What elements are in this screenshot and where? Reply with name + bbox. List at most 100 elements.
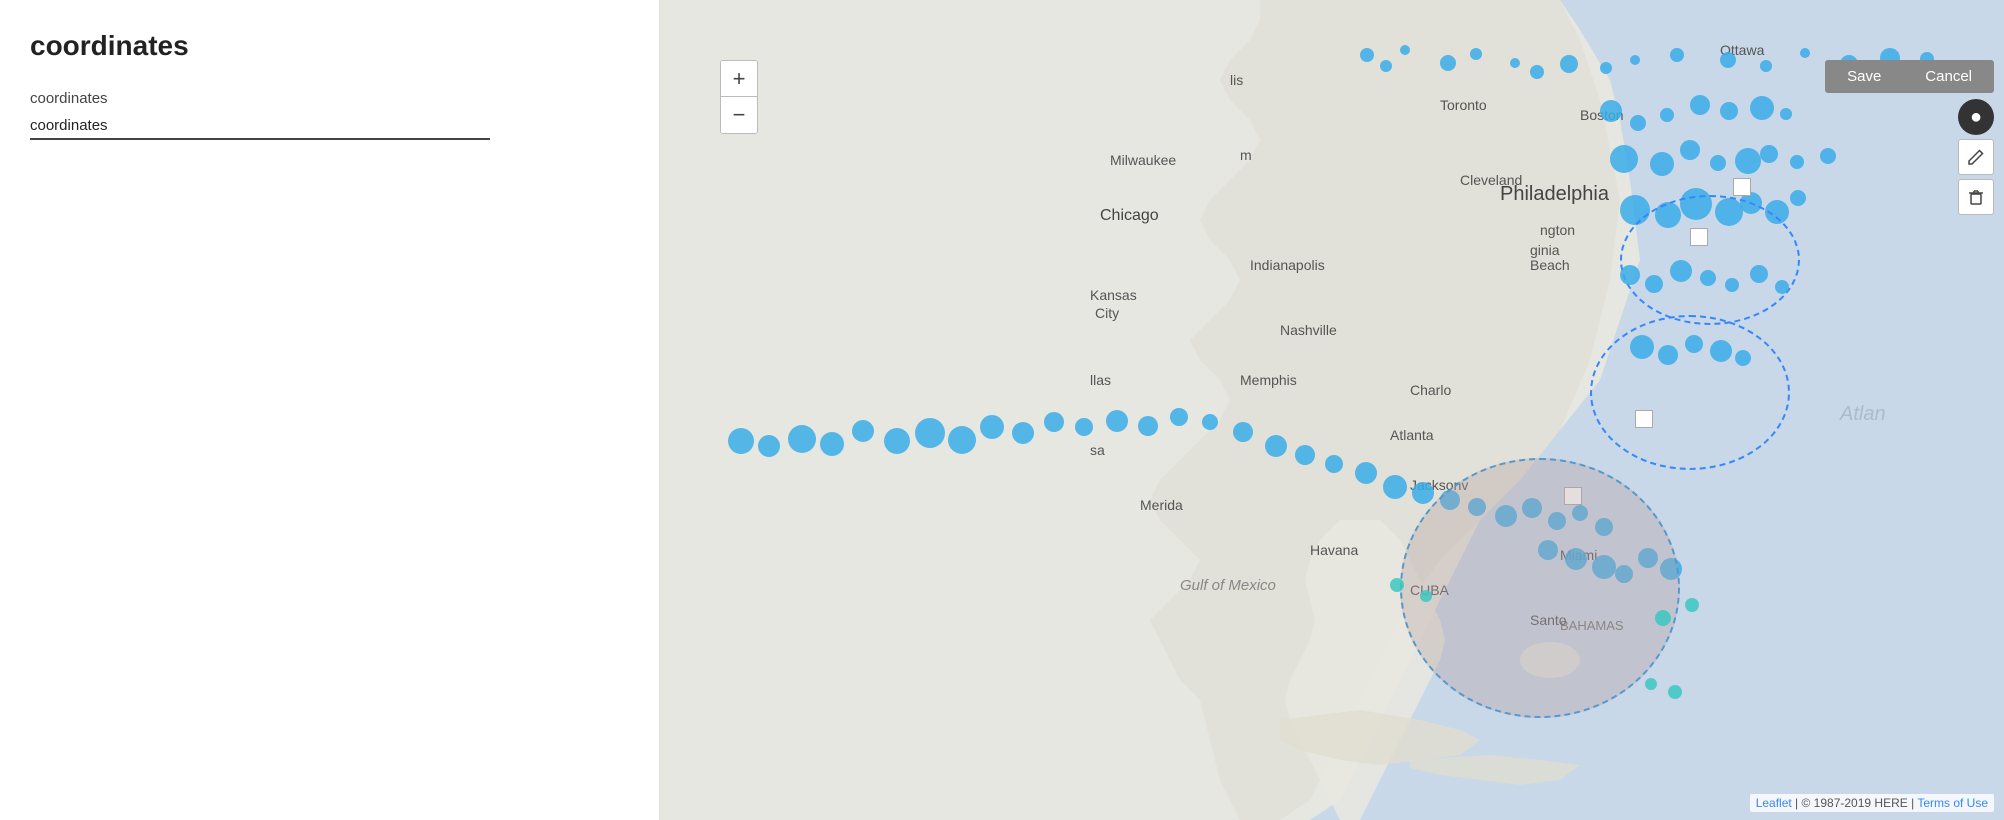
- circle-draw-button[interactable]: ●: [1958, 99, 1994, 135]
- svg-text:City: City: [1095, 305, 1119, 321]
- selection-circle-filled[interactable]: [1400, 458, 1680, 718]
- data-dot: [1750, 265, 1768, 283]
- svg-text:Memphis: Memphis: [1240, 372, 1297, 388]
- data-dot: [1600, 62, 1612, 74]
- svg-text:Gulf of Mexico: Gulf of Mexico: [1180, 577, 1276, 594]
- data-dot: [1775, 280, 1789, 294]
- selection-circle[interactable]: [1590, 315, 1790, 470]
- data-dot-teal: [1668, 685, 1682, 699]
- svg-text:Merida: Merida: [1140, 497, 1183, 513]
- data-dot: [1630, 55, 1640, 65]
- data-dot: [788, 425, 816, 453]
- data-dot: [1360, 48, 1374, 62]
- data-dot: [1690, 95, 1710, 115]
- svg-text:sa: sa: [1090, 442, 1105, 458]
- data-dot: [980, 415, 1004, 439]
- data-dot: [884, 428, 910, 454]
- page-title: coordinates: [30, 30, 629, 62]
- edit-button[interactable]: [1958, 139, 1994, 175]
- cancel-button[interactable]: Cancel: [1903, 60, 1994, 93]
- coordinates-input[interactable]: [30, 113, 490, 140]
- svg-text:Toronto: Toronto: [1440, 97, 1487, 113]
- attribution: Leaflet | © 1987-2019 HERE | Terms of Us…: [1750, 794, 1994, 812]
- data-dot: [1750, 96, 1774, 120]
- data-dot: [1295, 445, 1315, 465]
- data-dot: [1170, 408, 1188, 426]
- input-label: coordinates: [30, 90, 629, 107]
- data-dot: [1012, 422, 1034, 444]
- trash-icon: [1967, 188, 1985, 206]
- data-dot: [1380, 60, 1392, 72]
- data-dot-teal: [1645, 678, 1657, 690]
- svg-text:Chicago: Chicago: [1100, 207, 1159, 224]
- data-dot: [1530, 65, 1544, 79]
- data-dot-teal: [1655, 610, 1671, 626]
- data-dot: [1075, 418, 1093, 436]
- data-dot: [1735, 148, 1761, 174]
- leaflet-link[interactable]: Leaflet: [1756, 796, 1792, 810]
- data-dot: [1660, 108, 1674, 122]
- data-dot: [948, 426, 976, 454]
- selection-circle[interactable]: [1620, 195, 1800, 325]
- data-dot: [1630, 115, 1646, 131]
- zoom-controls: + −: [720, 60, 758, 134]
- data-dot: [1700, 270, 1716, 286]
- data-dot: [1720, 52, 1736, 68]
- data-dot: [1710, 155, 1726, 171]
- data-dot: [1106, 410, 1128, 432]
- data-dot: [1440, 55, 1456, 71]
- data-dot: [1510, 58, 1520, 68]
- icon-buttons: ●: [1958, 99, 1994, 215]
- data-dot: [1645, 275, 1663, 293]
- data-dot: [1670, 260, 1692, 282]
- data-dot: [1412, 482, 1434, 504]
- save-cancel-row: Save Cancel: [1825, 60, 1994, 93]
- data-dot: [1138, 416, 1158, 436]
- data-dot: [820, 432, 844, 456]
- save-button[interactable]: Save: [1825, 60, 1903, 93]
- data-dot: [1265, 435, 1287, 457]
- map-container: Gulf of Mexico Atlan Milwaukee Chicago K…: [660, 0, 2004, 820]
- data-dot: [1720, 102, 1738, 120]
- delete-button[interactable]: [1958, 179, 1994, 215]
- svg-text:llas: llas: [1090, 372, 1111, 388]
- data-dot: [1725, 278, 1739, 292]
- svg-text:Havana: Havana: [1310, 542, 1358, 558]
- data-dot: [1790, 190, 1806, 206]
- data-dot: [1800, 48, 1810, 58]
- data-dot: [852, 420, 874, 442]
- svg-text:Charlo: Charlo: [1410, 382, 1451, 398]
- data-dot: [1610, 145, 1638, 173]
- data-dot: [1620, 265, 1640, 285]
- data-dot: [1325, 455, 1343, 473]
- data-dot: [1560, 55, 1578, 73]
- data-dot: [1780, 108, 1792, 120]
- map-handle[interactable]: [1733, 178, 1751, 196]
- zoom-out-button[interactable]: −: [721, 97, 757, 133]
- svg-text:Indianapolis: Indianapolis: [1250, 257, 1325, 273]
- data-dot: [1760, 145, 1778, 163]
- svg-text:Kansas: Kansas: [1090, 287, 1137, 303]
- svg-text:ngton: ngton: [1540, 222, 1575, 238]
- data-dot: [1233, 422, 1253, 442]
- map-svg: Gulf of Mexico Atlan Milwaukee Chicago K…: [660, 0, 2004, 820]
- data-dot: [1670, 48, 1684, 62]
- data-dot: [1790, 155, 1804, 169]
- svg-text:ginia: ginia: [1530, 242, 1560, 258]
- map-handle[interactable]: [1635, 410, 1653, 428]
- action-buttons: Save Cancel ●: [1825, 60, 1994, 215]
- data-dot: [1680, 140, 1700, 160]
- edit-icon: [1967, 148, 1985, 166]
- attribution-copyright: | © 1987-2019 HERE |: [1792, 796, 1918, 810]
- terms-of-use-link[interactable]: Terms of Use: [1917, 796, 1988, 810]
- data-dot: [1383, 475, 1407, 499]
- data-dot: [1202, 414, 1218, 430]
- data-dot: [1760, 60, 1772, 72]
- data-dot-teal: [1420, 590, 1432, 602]
- zoom-in-button[interactable]: +: [721, 61, 757, 97]
- data-dot: [1044, 412, 1064, 432]
- data-dot: [915, 418, 945, 448]
- svg-text:Atlan: Atlan: [1839, 403, 1886, 425]
- svg-text:Philadelphia: Philadelphia: [1500, 183, 1610, 205]
- data-dot-teal: [1390, 578, 1404, 592]
